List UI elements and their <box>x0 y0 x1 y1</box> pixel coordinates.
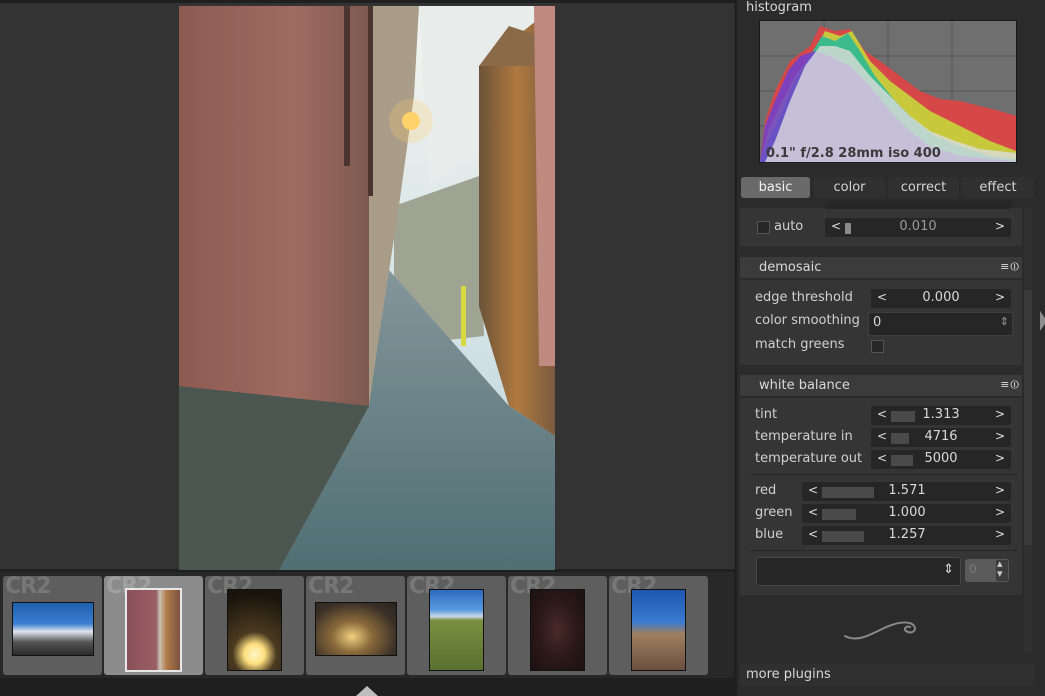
slider-fill <box>845 223 851 234</box>
demosaic-title: demosaic <box>759 260 822 275</box>
increment-icon[interactable]: > <box>995 429 1005 443</box>
red-label: red <box>755 483 777 498</box>
temperature-out-label: temperature out <box>755 451 863 466</box>
thumbnail-image <box>12 602 94 656</box>
tab-effect[interactable]: effect <box>962 177 1034 198</box>
triangle-up-icon[interactable] <box>356 686 378 696</box>
increment-icon[interactable]: > <box>995 219 1005 233</box>
updown-icon[interactable]: ⇕ <box>1000 315 1009 328</box>
tint-value: 1.313 <box>922 407 960 422</box>
slider-fill <box>822 531 864 542</box>
increment-icon[interactable]: > <box>995 483 1005 497</box>
white-balance-header[interactable]: white balance ≡⏼ <box>740 375 1022 396</box>
green-label: green <box>755 505 793 520</box>
color-smoothing-label: color smoothing <box>755 313 860 328</box>
match-greens-label: match greens <box>755 337 845 352</box>
spin-down-icon[interactable]: ▾ <box>997 567 1003 580</box>
preset-dropdown[interactable]: ⇕ <box>756 557 961 586</box>
film-thumb[interactable]: CR2 <box>205 576 304 675</box>
auto-slider[interactable]: < 0.010 > <box>825 218 1011 237</box>
demosaic-header[interactable]: demosaic ≡⏼ <box>740 257 1022 278</box>
tab-basic[interactable]: basic <box>741 177 810 198</box>
center-view[interactable] <box>0 3 735 570</box>
exif-info: 0.1" f/2.8 28mm iso 400 <box>766 146 941 161</box>
blue-label: blue <box>755 527 784 542</box>
film-thumb-selected[interactable]: CR2 <box>104 576 203 675</box>
temperature-in-label: temperature in <box>755 429 853 444</box>
color-smoothing-combobox[interactable]: 0 ⇕ <box>868 312 1013 336</box>
red-value: 1.571 <box>888 483 926 498</box>
temperature-out-value: 5000 <box>924 451 958 466</box>
more-plugins-button[interactable]: more plugins <box>740 664 1035 686</box>
thumbnail-image <box>631 589 686 671</box>
decrement-icon[interactable]: < <box>808 527 818 541</box>
auto-checkbox[interactable] <box>757 221 770 234</box>
tab-color[interactable]: color <box>814 177 885 198</box>
temperature-in-slider[interactable]: < 4716 > <box>871 428 1011 447</box>
green-value: 1.000 <box>888 505 926 520</box>
blue-slider[interactable]: < 1.257 > <box>802 526 1011 545</box>
white-balance-title: white balance <box>759 378 850 393</box>
thumbnail-image <box>125 588 182 672</box>
main-photo <box>179 6 555 570</box>
increment-icon[interactable]: > <box>995 290 1005 304</box>
increment-icon[interactable]: > <box>995 407 1005 421</box>
color-smoothing-value: 0 <box>873 315 882 330</box>
decrement-icon[interactable]: < <box>808 483 818 497</box>
updown-icon[interactable]: ⇕ <box>943 562 954 577</box>
decrement-icon[interactable]: < <box>831 219 841 233</box>
decrement-icon[interactable]: < <box>877 290 887 304</box>
increment-icon[interactable]: > <box>995 451 1005 465</box>
divider <box>750 474 1018 475</box>
histogram-title: histogram <box>746 0 812 15</box>
file-extension-label: CR2 <box>5 576 51 599</box>
slider-fill <box>891 455 913 466</box>
thumbnail-image <box>315 602 397 656</box>
film-thumb[interactable]: CR2 <box>407 576 506 675</box>
temperature-in-value: 4716 <box>924 429 958 444</box>
tint-slider[interactable]: < 1.313 > <box>871 406 1011 425</box>
blue-value: 1.257 <box>888 527 926 542</box>
more-plugins-label: more plugins <box>746 667 831 682</box>
spin-value[interactable]: 0 <box>969 562 977 576</box>
module-icons[interactable]: ≡⏼ <box>1000 378 1020 392</box>
tab-correct[interactable]: correct <box>888 177 959 198</box>
thumbnail-image <box>227 589 282 671</box>
match-greens-checkbox[interactable] <box>871 340 884 353</box>
exposure-slider-partial[interactable] <box>825 201 1011 209</box>
histogram[interactable] <box>759 20 1017 163</box>
edge-threshold-slider[interactable]: < 0.000 > <box>871 289 1011 308</box>
film-thumb[interactable]: CR2 <box>3 576 102 675</box>
decrement-icon[interactable]: < <box>877 451 887 465</box>
film-thumb[interactable]: CR2 <box>306 576 405 675</box>
filmstrip[interactable]: CR2 CR2 CR2 CR2 CR2 CR2 CR2 <box>0 572 734 678</box>
slider-fill <box>822 509 856 520</box>
thumbnail-image <box>530 589 585 671</box>
edge-threshold-value: 0.000 <box>922 290 960 305</box>
module-icons[interactable]: ≡⏼ <box>1000 260 1020 274</box>
thumbnail-image <box>429 589 484 671</box>
red-slider[interactable]: < 1.571 > <box>802 482 1011 501</box>
swirl-icon <box>842 616 920 648</box>
green-slider[interactable]: < 1.000 > <box>802 504 1011 523</box>
decrement-icon[interactable]: < <box>877 429 887 443</box>
file-extension-label: CR2 <box>308 576 354 599</box>
auto-label: auto <box>774 219 804 234</box>
auto-value: 0.010 <box>899 219 937 234</box>
film-thumb[interactable]: CR2 <box>508 576 607 675</box>
increment-icon[interactable]: > <box>995 527 1005 541</box>
triangle-right-icon[interactable] <box>1040 311 1045 331</box>
film-thumb[interactable]: CR2 <box>609 576 708 675</box>
tint-label: tint <box>755 407 778 422</box>
scrollbar-thumb[interactable] <box>1024 290 1032 545</box>
edge-threshold-label: edge threshold <box>755 290 853 305</box>
decrement-icon[interactable]: < <box>877 407 887 421</box>
slider-fill <box>891 433 909 444</box>
temperature-out-slider[interactable]: < 5000 > <box>871 450 1011 469</box>
preset-spinbutton[interactable]: 0 ▴ ▾ <box>965 557 1009 582</box>
increment-icon[interactable]: > <box>995 505 1005 519</box>
decrement-icon[interactable]: < <box>808 505 818 519</box>
divider <box>750 550 1018 551</box>
